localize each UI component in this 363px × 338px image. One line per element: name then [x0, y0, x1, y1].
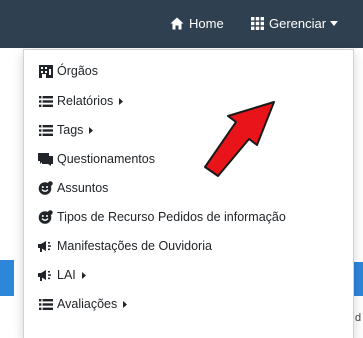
home-icon — [170, 17, 184, 30]
megaphone-icon — [38, 268, 53, 283]
menu-item-label: Assuntos — [57, 181, 109, 195]
manage-dropdown-menu: Órgãos Relatórios Tags Questionamentos A… — [23, 49, 354, 338]
list-icon — [38, 297, 53, 312]
menu-item-label: Tipos de Recurso Pedidos de informação — [57, 210, 286, 224]
home-label: Home — [189, 15, 224, 31]
menu-item-avaliacoes[interactable]: Avaliações — [38, 293, 128, 315]
menu-item-label: Tags — [57, 123, 84, 137]
smiley-badge-icon — [38, 181, 53, 196]
list-icon — [38, 94, 53, 109]
menu-item-lai[interactable]: LAI — [38, 264, 86, 286]
menu-item-questionamentos[interactable]: Questionamentos — [38, 148, 155, 170]
menu-item-label: Órgãos — [57, 64, 98, 78]
home-link[interactable]: Home — [170, 12, 224, 34]
background-partial-text: d — [355, 312, 362, 324]
grid-icon — [251, 16, 264, 30]
caret-down-icon — [330, 20, 339, 26]
background-blue-band — [0, 260, 14, 296]
menu-item-tipos-de-recurso[interactable]: Tipos de Recurso Pedidos de informação — [38, 206, 286, 228]
menu-item-orgaos[interactable]: Órgãos — [38, 60, 98, 82]
building-icon — [38, 64, 53, 79]
menu-item-assuntos[interactable]: Assuntos — [38, 177, 108, 199]
top-navbar: Home Gerenciar — [0, 0, 363, 48]
menu-item-label: Questionamentos — [57, 152, 155, 166]
page: Home Gerenciar d Órgãos Relatórios Tags … — [0, 0, 363, 338]
caret-right-icon — [89, 126, 94, 134]
menu-item-label: Relatórios — [57, 94, 114, 108]
menu-item-label: LAI — [57, 268, 76, 282]
megaphone-icon — [38, 239, 53, 254]
smiley-badge-icon — [38, 210, 53, 225]
caret-right-icon — [119, 97, 124, 105]
menu-item-relatorios[interactable]: Relatórios — [38, 90, 124, 112]
caret-right-icon — [81, 271, 86, 279]
list-icon — [38, 123, 53, 138]
caret-right-icon — [123, 300, 128, 308]
manage-label: Gerenciar — [269, 15, 327, 31]
chat-bubbles-icon — [38, 152, 53, 167]
menu-item-label: Avaliações — [57, 297, 118, 311]
menu-item-tags[interactable]: Tags — [38, 119, 94, 141]
menu-item-manifestacoes[interactable]: Manifestações de Ouvidoria — [38, 235, 212, 257]
menu-item-label: Manifestações de Ouvidoria — [57, 239, 212, 253]
manage-dropdown-toggle[interactable]: Gerenciar — [251, 12, 339, 34]
